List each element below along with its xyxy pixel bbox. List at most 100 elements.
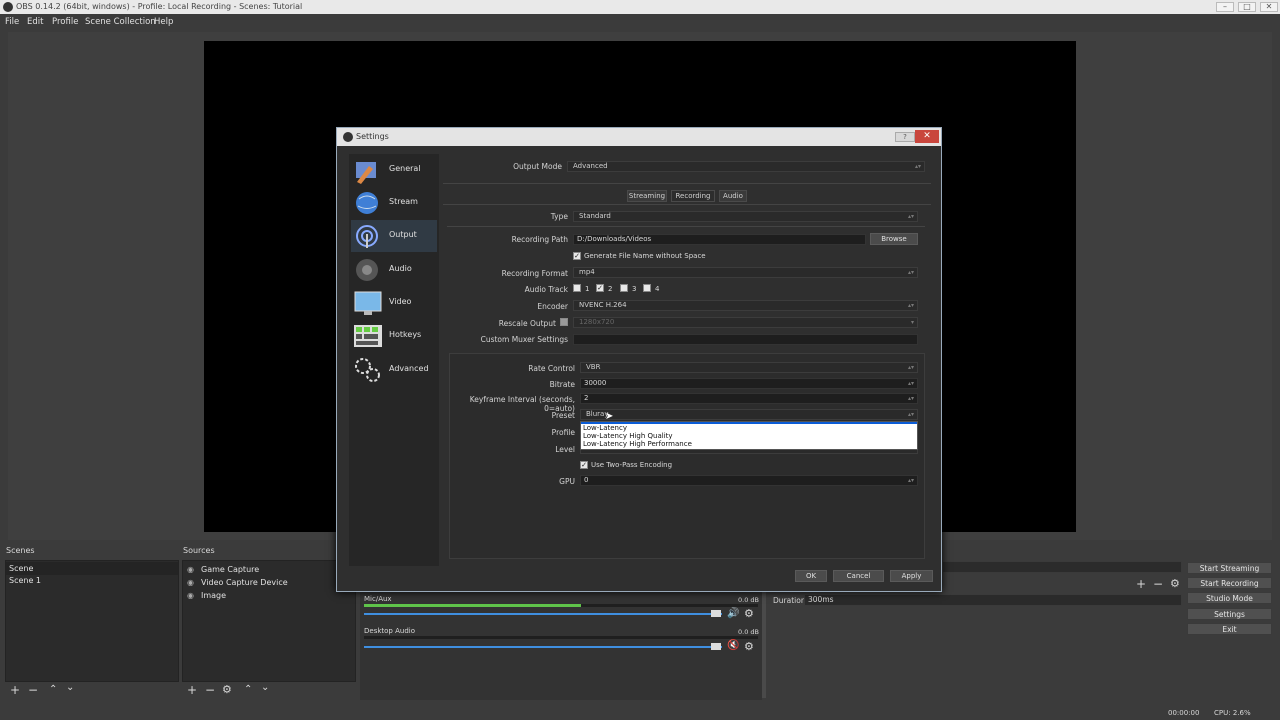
- output-mode-select[interactable]: Advanced ▴▾: [567, 161, 925, 172]
- source-item[interactable]: ◉ Video Capture Device: [183, 576, 355, 589]
- exit-button[interactable]: Exit: [1187, 623, 1272, 635]
- menu-help[interactable]: Help: [154, 17, 173, 27]
- rescale-output-checkbox[interactable]: [560, 318, 568, 326]
- move-scene-down-button[interactable]: ⌄: [66, 682, 74, 694]
- sources-list[interactable]: ◉ Game Capture ◉ Video Capture Device ◉ …: [182, 560, 356, 682]
- apply-button[interactable]: Apply: [890, 570, 933, 582]
- studio-mode-button[interactable]: Studio Mode: [1187, 592, 1272, 604]
- two-pass-checkbox[interactable]: ✓: [580, 461, 588, 469]
- remove-source-button[interactable]: −: [205, 684, 215, 696]
- menu-profile[interactable]: Profile: [52, 17, 78, 27]
- volume-slider[interactable]: [364, 646, 722, 648]
- tab-audio[interactable]: Audio: [719, 190, 747, 202]
- add-source-button[interactable]: +: [187, 684, 197, 696]
- scenes-dock-title: Scenes: [6, 546, 35, 555]
- menu-edit[interactable]: Edit: [27, 17, 43, 27]
- sidebar-item-audio[interactable]: Audio: [351, 254, 437, 286]
- source-properties-gear-icon[interactable]: ⚙: [222, 684, 232, 696]
- scene-item[interactable]: Scene 1: [6, 574, 178, 587]
- audio-track-checkbox[interactable]: [573, 284, 581, 292]
- recording-format-select[interactable]: mp4 ▴▾: [573, 267, 918, 278]
- maximize-button[interactable]: □: [1238, 2, 1256, 12]
- audio-track-checkbox[interactable]: [643, 284, 651, 292]
- mixer-gear-icon[interactable]: ⚙: [744, 640, 754, 653]
- move-source-down-button[interactable]: ⌄: [261, 682, 269, 694]
- rescale-resolution-select[interactable]: 1280x720 ▾: [573, 317, 918, 328]
- tab-recording[interactable]: Recording: [671, 190, 715, 202]
- preset-option[interactable]: Low-Latency High Performance: [583, 440, 692, 448]
- two-pass-label: Use Two-Pass Encoding: [591, 461, 673, 469]
- divider: [443, 204, 931, 205]
- preset-option[interactable]: Low-Latency: [583, 424, 627, 432]
- general-icon: [356, 162, 376, 184]
- profile-label: Profile: [551, 428, 575, 437]
- volume-slider-handle[interactable]: [711, 643, 721, 650]
- start-recording-button[interactable]: Start Recording: [1187, 577, 1272, 589]
- mixer-gear-icon[interactable]: ⚙: [744, 607, 754, 620]
- keyframe-interval-spinbox[interactable]: 2 ▴▾: [580, 393, 918, 404]
- tab-streaming[interactable]: Streaming: [627, 190, 667, 202]
- ok-button[interactable]: OK: [795, 570, 827, 582]
- recording-format-label: Recording Format: [501, 269, 568, 278]
- menu-scene-collection[interactable]: Scene Collection: [85, 17, 156, 27]
- divider: [447, 226, 925, 227]
- start-streaming-button[interactable]: Start Streaming: [1187, 562, 1272, 574]
- eye-icon[interactable]: ◉: [187, 563, 194, 576]
- move-source-up-button[interactable]: ⌃: [244, 684, 252, 696]
- scenes-list[interactable]: Scene Scene 1: [5, 560, 179, 682]
- sidebar-item-advanced[interactable]: Advanced: [351, 354, 437, 386]
- sidebar-item-output[interactable]: Output: [351, 220, 437, 252]
- preset-dropdown-list[interactable]: Low-Latency Low-Latency High Quality Low…: [580, 421, 918, 450]
- sidebar-item-hotkeys[interactable]: Hotkeys: [351, 320, 437, 352]
- remove-transition-button[interactable]: −: [1153, 578, 1163, 590]
- remove-scene-button[interactable]: −: [28, 684, 38, 696]
- mixer-scrollbar[interactable]: [762, 592, 766, 698]
- bitrate-label: Bitrate: [549, 380, 575, 389]
- encoder-select[interactable]: NVENC H.264 ▴▾: [573, 300, 918, 311]
- eye-icon[interactable]: ◉: [187, 589, 194, 602]
- transition-gear-icon[interactable]: ⚙: [1170, 578, 1180, 590]
- settings-button[interactable]: Settings: [1187, 608, 1272, 620]
- close-window-button[interactable]: ✕: [1260, 2, 1278, 12]
- preset-select[interactable]: Bluray ▴▾: [580, 409, 918, 420]
- rate-control-label: Rate Control: [528, 364, 575, 373]
- volume-slider[interactable]: [364, 613, 722, 615]
- bitrate-spinbox[interactable]: 30000 ▴▾: [580, 378, 918, 389]
- add-transition-button[interactable]: +: [1136, 578, 1146, 590]
- window-title: OBS 0.14.2 (64bit, windows) - Profile: L…: [16, 2, 303, 11]
- close-dialog-button[interactable]: ✕: [915, 130, 939, 143]
- rate-control-select[interactable]: VBR ▴▾: [580, 362, 918, 373]
- settings-dialog: Settings ? ✕ General Stream Output Audio…: [336, 127, 942, 592]
- bitrate-value: 30000: [584, 379, 607, 387]
- browse-button[interactable]: Browse: [870, 233, 918, 245]
- muted-speaker-icon[interactable]: 🔇: [727, 640, 739, 651]
- eye-icon[interactable]: ◉: [187, 576, 194, 589]
- add-scene-button[interactable]: +: [10, 684, 20, 696]
- custom-muxer-input[interactable]: [573, 334, 918, 345]
- recording-path-input[interactable]: D:/Downloads/Videos: [573, 234, 866, 245]
- generate-filename-checkbox[interactable]: ✓: [573, 252, 581, 260]
- sidebar-item-general[interactable]: General: [351, 154, 437, 186]
- source-item[interactable]: ◉ Game Capture: [183, 563, 355, 576]
- audio-track-checkbox[interactable]: ✓: [596, 284, 604, 292]
- transition-select[interactable]: [942, 561, 1182, 573]
- audio-track-checkbox[interactable]: [620, 284, 628, 292]
- audio-track-label-n: 4: [655, 285, 660, 293]
- recording-type-select[interactable]: Standard ▴▾: [573, 211, 918, 222]
- speaker-icon[interactable]: 🔊: [727, 608, 739, 619]
- source-item[interactable]: ◉ Image: [183, 589, 355, 602]
- cancel-button[interactable]: Cancel: [833, 570, 884, 582]
- volume-slider-handle[interactable]: [711, 610, 721, 617]
- move-scene-up-button[interactable]: ⌃: [49, 684, 57, 696]
- sidebar-label: Output: [389, 230, 417, 239]
- minimize-button[interactable]: –: [1216, 2, 1234, 12]
- help-button[interactable]: ?: [895, 132, 915, 142]
- menu-file[interactable]: File: [5, 17, 19, 27]
- output-mode-label: Output Mode: [513, 162, 562, 171]
- sidebar-label: Hotkeys: [389, 330, 422, 339]
- preset-option[interactable]: Low-Latency High Quality: [583, 432, 673, 440]
- sidebar-item-stream[interactable]: Stream: [351, 187, 437, 219]
- sidebar-item-video[interactable]: Video: [351, 287, 437, 319]
- gpu-spinbox[interactable]: 0 ▴▾: [580, 475, 918, 486]
- duration-input[interactable]: 300ms: [804, 594, 1182, 606]
